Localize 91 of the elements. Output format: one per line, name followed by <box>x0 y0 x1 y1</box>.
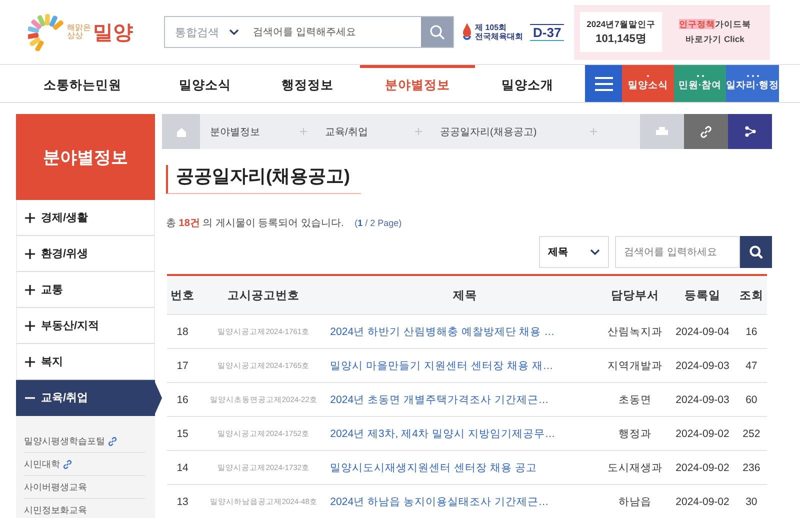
quick-menu-link[interactable]: 민원·참여 <box>674 65 726 102</box>
post-title-link[interactable]: 밀양시 마을만들기 지원센터 센터장 채용 재… <box>330 360 554 372</box>
share-icon <box>744 126 756 137</box>
logo-sunburst-icon <box>28 13 66 51</box>
table-cell: 지역개발과 <box>600 348 670 382</box>
post-title-link[interactable]: 2024년 하남읍 농지이용실태조사 기간제근… <box>330 496 549 508</box>
table-cell: 16 <box>167 382 198 416</box>
menu-button[interactable] <box>585 65 622 102</box>
page-title: 공공일자리(채용공고) <box>166 165 361 194</box>
logo-tagline: 상상 <box>67 32 83 40</box>
population-label: 2024년7월말인구 <box>586 18 656 30</box>
countdown-text: D-37 <box>530 24 564 40</box>
sidebar-item[interactable]: 부동산/지적 <box>16 308 155 344</box>
table-cell: 하남읍 <box>600 484 670 518</box>
table-cell: 18 <box>167 314 198 348</box>
table-cell: 15 <box>167 416 198 450</box>
sidebar-subitem[interactable]: 밀양시평생학습포털 <box>24 430 145 453</box>
plus-icon <box>25 212 35 222</box>
breadcrumb-link[interactable]: 공공일자리(채용공고) <box>430 124 590 138</box>
post-count-text: 총 18건 의 게시물이 등록되어 있습니다. (1 / 2 Page) <box>166 217 403 230</box>
table-cell: 2024-09-04 <box>669 314 736 348</box>
search-icon <box>749 245 763 259</box>
sidebar-subitem[interactable]: 시민대학 <box>24 453 145 476</box>
plus-icon <box>300 128 307 135</box>
sidebar-title: 분야별정보 <box>16 114 155 200</box>
table-cell: 2024-09-03 <box>669 382 736 416</box>
share-button[interactable] <box>728 114 772 149</box>
table-cell: 도시재생과 <box>600 450 670 484</box>
post-title-link[interactable]: 2024년 하반기 산림병해충 예찰방제단 채용 … <box>330 326 555 338</box>
event-name: 전국체육대회 <box>475 32 523 42</box>
table-cell: 252 <box>736 416 767 450</box>
home-icon <box>176 126 186 136</box>
link-button[interactable] <box>684 114 728 149</box>
table-cell: 초동면 <box>600 382 670 416</box>
population-value: 101,145명 <box>596 32 646 46</box>
sidebar-item[interactable]: 환경/위생 <box>16 236 155 272</box>
column-header: 조회 <box>736 275 767 314</box>
search-field-dropdown[interactable]: 제목 <box>539 236 609 268</box>
search-button[interactable] <box>740 236 772 268</box>
sidebar-item[interactable]: 경제/생활 <box>16 200 155 236</box>
sidebar-item[interactable]: 교통 <box>16 272 155 308</box>
column-header: 담당부서 <box>600 275 670 314</box>
search-icon <box>429 24 445 40</box>
post-title-link[interactable]: 밀양시도시재생지원센터 센터장 채용 공고 <box>330 462 537 474</box>
plus-icon <box>25 284 35 294</box>
sidebar-subitem[interactable]: 사이버평생교육 <box>24 476 145 499</box>
chevron-down-icon <box>590 248 600 256</box>
plus-icon <box>25 248 35 258</box>
sidebar-subitem[interactable]: 시민정보화교육 <box>24 499 145 518</box>
table-cell: 30 <box>736 484 767 518</box>
column-header: 고시공고번호 <box>198 275 330 314</box>
table-cell: 60 <box>736 382 767 416</box>
logo-tagline: 해맑은 <box>67 24 91 32</box>
flame-icon <box>462 22 472 42</box>
nav-tab[interactable]: 행정정보 <box>260 65 355 102</box>
column-header: 등록일 <box>669 275 736 314</box>
event-name: 제 105회 <box>475 22 508 32</box>
table-cell: 14 <box>167 450 198 484</box>
column-header: 번호 <box>167 275 198 314</box>
search-field[interactable]: 검색어를 입력하세요 <box>615 236 740 268</box>
breadcrumb-link[interactable]: 분야별정보 <box>200 124 300 138</box>
table-cell: 13 <box>167 484 198 518</box>
chevron-down-icon <box>229 28 239 36</box>
quick-menu-link[interactable]: 일자리·행정 <box>726 65 779 102</box>
nav-tab[interactable]: 밀양소식 <box>155 65 255 102</box>
nav-tab[interactable]: 소통하는민원 <box>15 65 150 102</box>
table-cell: 17 <box>167 348 198 382</box>
table-cell: 2024-09-02 <box>669 484 736 518</box>
nav-tab[interactable]: 분야별정보 <box>360 65 475 102</box>
plus-icon <box>415 128 422 135</box>
quick-menu-link[interactable]: 밀양소식 <box>622 65 674 102</box>
table-cell: 2024-09-02 <box>669 450 736 484</box>
table-cell: 236 <box>736 450 767 484</box>
plus-icon <box>25 356 35 366</box>
plus-icon <box>590 128 597 135</box>
link-icon <box>700 126 712 138</box>
table-cell: 47 <box>736 348 767 382</box>
table-cell: 16 <box>736 314 767 348</box>
plus-icon <box>25 320 35 330</box>
menu-icon <box>594 76 612 90</box>
table-cell: 행정과 <box>600 416 670 450</box>
logo-text[interactable]: 밀양 <box>93 18 133 46</box>
table-cell: 산림녹지과 <box>600 314 670 348</box>
breadcrumb-link[interactable]: 교육/취업 <box>315 124 415 138</box>
nav-tab[interactable]: 밀양소개 <box>480 65 575 102</box>
column-header: 제목 <box>329 275 601 314</box>
guidebook-link[interactable]: 인구정책가이드북 바로가기 Click <box>666 18 764 46</box>
table-cell: 2024-09-02 <box>669 416 736 450</box>
post-title-link[interactable]: 2024년 초동면 개별주택가격조사 기간제근… <box>330 394 549 406</box>
post-title-link[interactable]: 2024년 제3차, 제4차 밀양시 지방임기제공무… <box>330 428 556 440</box>
table-cell: 2024-09-03 <box>669 348 736 382</box>
